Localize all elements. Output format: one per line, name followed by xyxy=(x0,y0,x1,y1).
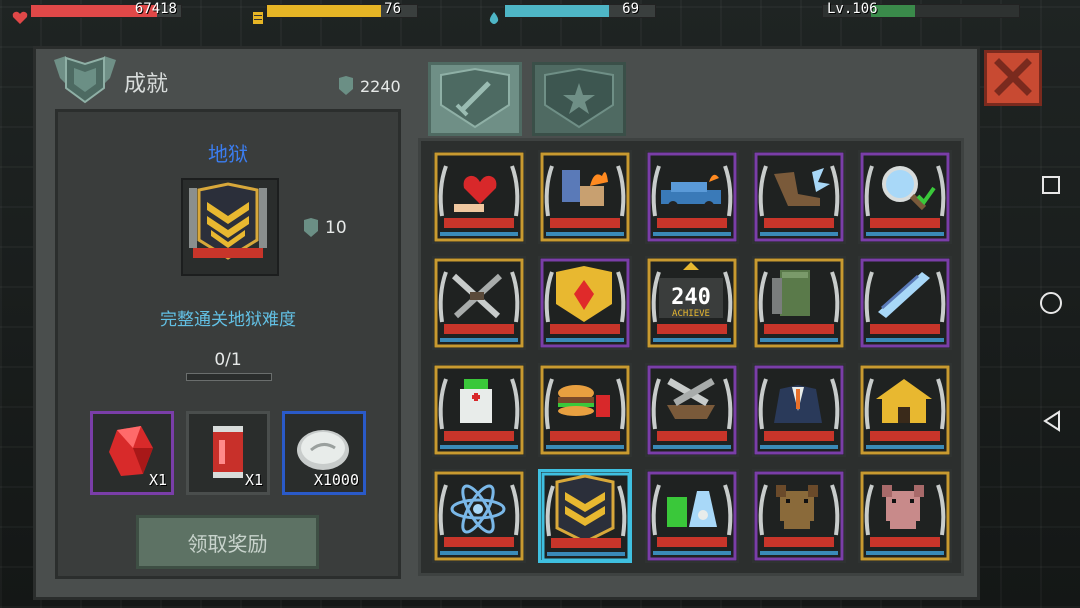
achievement-anvil-hammers[interactable] xyxy=(645,363,739,457)
burning-car-icon xyxy=(647,152,737,242)
red-gem-crest-icon xyxy=(540,258,630,348)
achievement-golden-house[interactable] xyxy=(858,363,952,457)
achievement-points-value: 10 xyxy=(325,218,347,238)
achievement-progress-bar xyxy=(186,373,272,381)
recent-apps-icon[interactable] xyxy=(1042,176,1060,194)
achievement-red-gem-crest[interactable] xyxy=(538,256,632,350)
kick-boot-icon xyxy=(754,152,844,242)
gold-chevron-crest-icon xyxy=(189,182,267,260)
suit-icon xyxy=(754,365,844,455)
achievement-atom[interactable] xyxy=(432,469,526,563)
achievement-description: 完整通关地狱难度 xyxy=(160,310,296,330)
achievement-burger-drink[interactable] xyxy=(538,363,632,457)
water-value: 69 xyxy=(622,1,639,17)
achievement-points: 10 xyxy=(303,218,347,238)
atom-icon xyxy=(434,471,524,561)
points-shield-icon xyxy=(304,218,318,237)
burger-drink-icon xyxy=(540,365,630,455)
achievement-subtext: ACHIEVE xyxy=(672,309,710,319)
reward-count: X1 xyxy=(244,471,263,489)
achievement-achieve-240[interactable]: 240 ACHIEVE xyxy=(645,256,739,350)
heart-icon xyxy=(12,11,28,24)
reward-red-soda-can[interactable]: X1 xyxy=(186,411,270,495)
achievement-grid: 240 ACHIEVE xyxy=(418,138,964,576)
reward-count: X1000 xyxy=(313,471,359,489)
tab-shield-sword[interactable] xyxy=(428,62,522,136)
achievement-medicine-bottle[interactable] xyxy=(432,363,526,457)
potion-bottles-icon xyxy=(647,471,737,561)
achievement-crossed-knives[interactable] xyxy=(432,256,526,350)
close-button[interactable] xyxy=(984,50,1042,106)
page-title: 成就 xyxy=(124,72,169,97)
heart-hand-icon xyxy=(434,152,524,242)
medicine-bottle-icon xyxy=(434,365,524,455)
back-icon[interactable] xyxy=(1042,410,1062,432)
level-bar: Lv.106 xyxy=(822,1,1020,18)
achievement-shield-icon xyxy=(54,56,116,104)
reward-count: X1 xyxy=(148,471,167,489)
tab-shield-star[interactable] xyxy=(532,62,626,136)
achievement-progress-text: 0/1 xyxy=(214,350,242,370)
battery-icon xyxy=(253,12,263,24)
achievement-blades[interactable] xyxy=(858,256,952,350)
green-locker-icon xyxy=(754,258,844,348)
water-drop-icon xyxy=(489,12,499,24)
achievement-brown-dog[interactable] xyxy=(752,469,846,563)
achievement-magnifier-check[interactable] xyxy=(858,150,952,244)
magnifier-check-icon xyxy=(860,152,950,242)
blades-icon xyxy=(860,258,950,348)
home-icon[interactable] xyxy=(1040,292,1062,314)
achievement-detail-badge xyxy=(181,178,279,276)
level-label: Lv.106 xyxy=(827,1,878,17)
health-bar: 67418 xyxy=(30,1,182,18)
energy-bar: 76 xyxy=(266,1,418,18)
barrel-fire-icon xyxy=(540,152,630,242)
points-shield-icon xyxy=(339,76,353,95)
energy-bar-fill xyxy=(267,5,381,17)
health-value: 67418 xyxy=(134,1,177,17)
achievement-suit[interactable] xyxy=(752,363,846,457)
achievement-heart-hand[interactable] xyxy=(432,150,526,244)
achievement-green-locker[interactable] xyxy=(752,256,846,350)
achievement-number: 240 xyxy=(671,285,711,310)
energy-value: 76 xyxy=(384,1,401,17)
achievement-barrel-fire[interactable] xyxy=(538,150,632,244)
water-bar-fill xyxy=(505,5,609,17)
achievement-kick-boot[interactable] xyxy=(752,150,846,244)
pink-dog-icon xyxy=(860,471,950,561)
achievement-potion-bottles[interactable] xyxy=(645,469,739,563)
total-points: 2240 xyxy=(338,76,401,96)
crossed-knives-icon xyxy=(434,258,524,348)
shield-star-icon xyxy=(544,67,614,129)
claim-reward-button[interactable]: 领取奖励 xyxy=(136,515,319,569)
golden-house-icon xyxy=(860,365,950,455)
total-points-value: 2240 xyxy=(360,76,401,96)
achievement-pink-dog[interactable] xyxy=(858,469,952,563)
achievement-burning-car[interactable] xyxy=(645,150,739,244)
anvil-hammers-icon xyxy=(647,365,737,455)
achieve-240-icon: 240ACHIEVE xyxy=(647,258,737,348)
close-icon xyxy=(994,58,1032,96)
achievement-gold-chevron-crest[interactable] xyxy=(538,469,632,563)
achievement-name: 地狱 xyxy=(208,142,248,166)
reward-silver-coin[interactable]: X1000 xyxy=(282,411,366,495)
reward-red-crystal[interactable]: X1 xyxy=(90,411,174,495)
brown-dog-icon xyxy=(754,471,844,561)
water-bar: 69 xyxy=(504,1,656,18)
gold-chevron-crest-icon xyxy=(541,472,631,562)
shield-sword-icon xyxy=(440,67,510,129)
